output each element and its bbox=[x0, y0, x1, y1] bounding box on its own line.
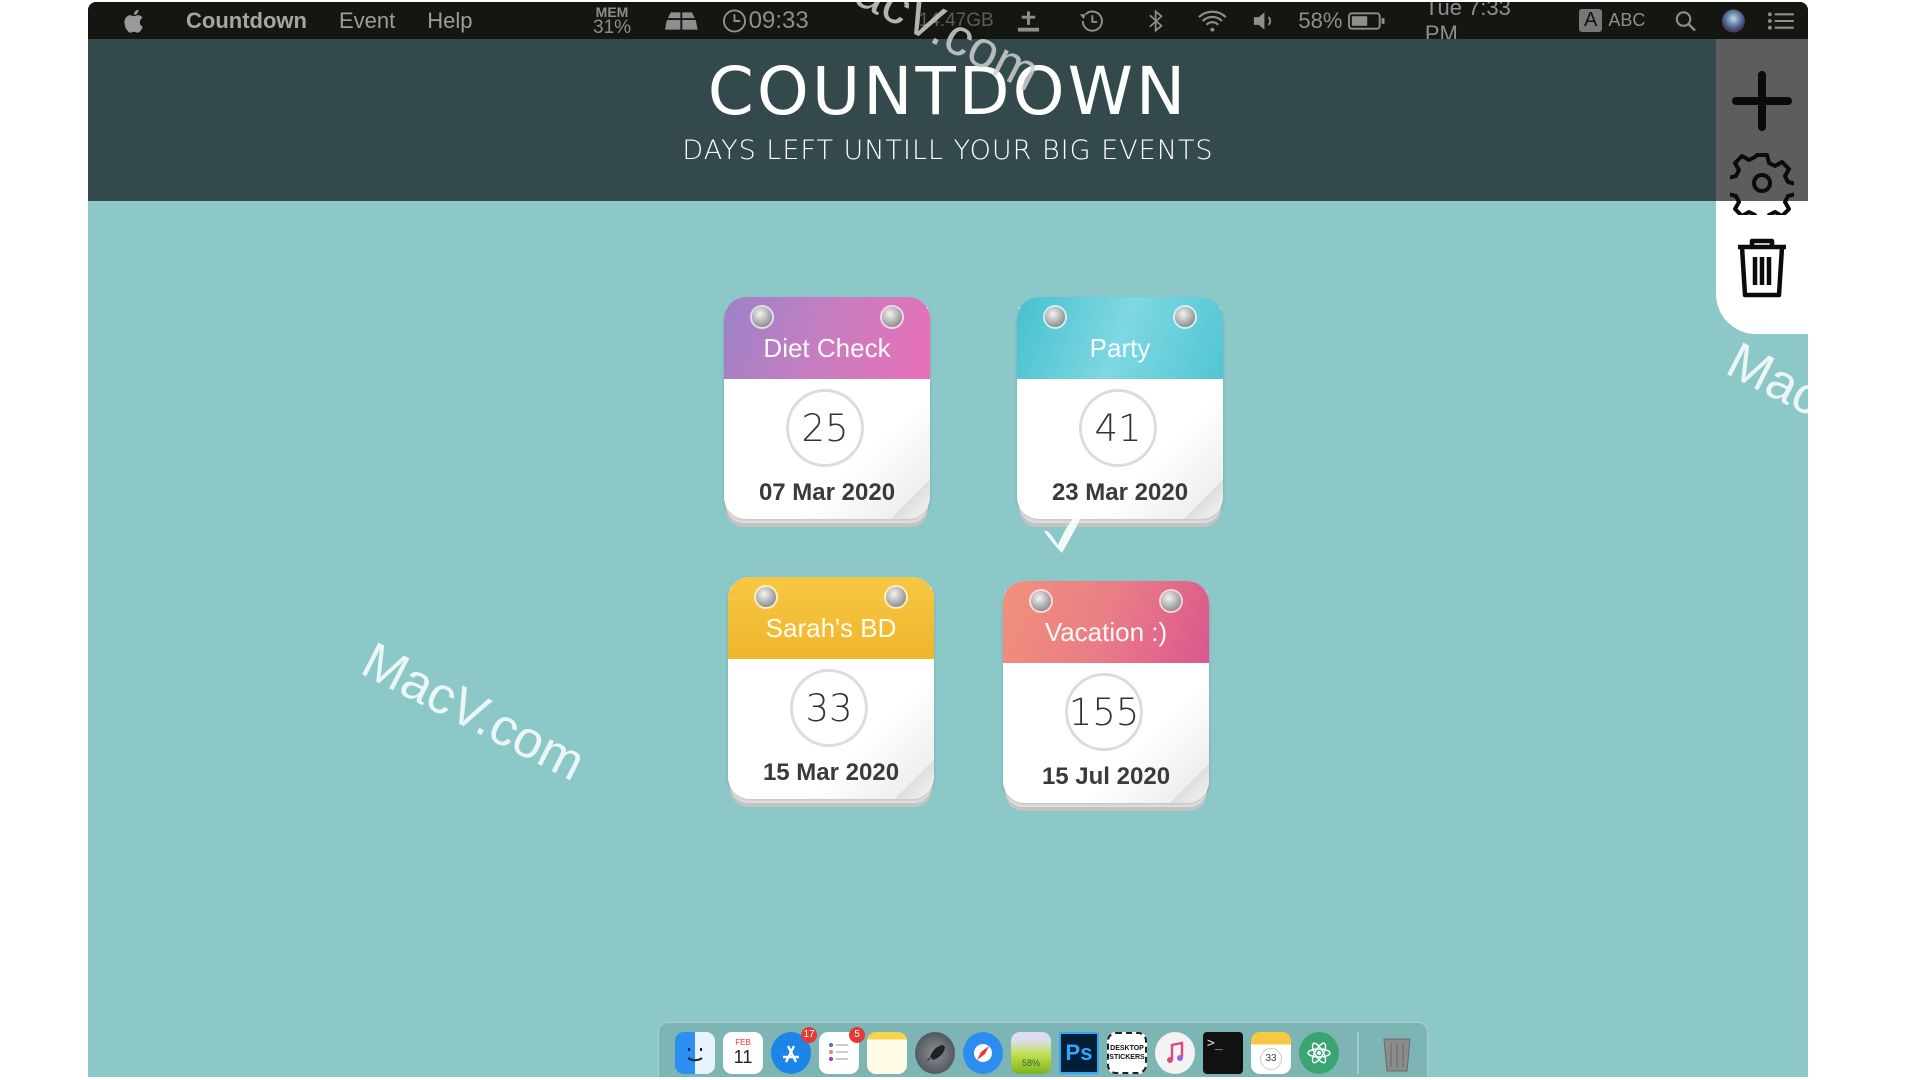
timer-value[interactable]: 09:33 bbox=[749, 7, 809, 35]
watermark-text: MacV.com bbox=[352, 631, 594, 793]
dock-app-atom[interactable] bbox=[1299, 1031, 1339, 1074]
delete-event-button[interactable] bbox=[1730, 235, 1794, 299]
menu-app-name[interactable]: Countdown bbox=[186, 8, 307, 34]
card-face: Sarah's BD 33 15 Mar 2020 bbox=[728, 577, 934, 799]
dock-app-launchpad[interactable] bbox=[915, 1031, 955, 1074]
event-title: Sarah's BD bbox=[765, 613, 897, 643]
event-title: Vacation :) bbox=[1044, 617, 1168, 647]
card-face: Party 41 23 Mar 2020 bbox=[1017, 297, 1223, 519]
compass-icon bbox=[977, 1045, 989, 1060]
app-title: COUNTDOWN bbox=[707, 53, 1189, 130]
reminders-icon bbox=[829, 1042, 848, 1061]
dock-app-countdown[interactable]: 33 bbox=[1251, 1031, 1291, 1074]
card-face: Vacation :) 155 15 Jul 2020 bbox=[1003, 581, 1209, 803]
settings-button[interactable] bbox=[1730, 151, 1794, 215]
event-card[interactable]: Vacation :) 155 15 Jul 2020 bbox=[1003, 581, 1209, 811]
rocket-icon bbox=[926, 1044, 945, 1062]
apple-icon[interactable] bbox=[122, 8, 144, 34]
spaces-icon[interactable] bbox=[665, 10, 698, 32]
battery-percent[interactable]: 58% bbox=[1298, 8, 1342, 34]
binder-ring-icon bbox=[1161, 591, 1181, 611]
dock-app-calendar[interactable]: FEB 11 bbox=[723, 1031, 763, 1074]
atom-icon bbox=[1307, 1042, 1331, 1063]
event-title: Diet Check bbox=[763, 333, 891, 363]
time-machine-icon[interactable] bbox=[1077, 7, 1106, 35]
card-face: Diet Check 25 07 Mar 2020 bbox=[724, 297, 930, 519]
disk-usage[interactable]: 14.47GB bbox=[919, 10, 994, 32]
memory-value: 31% bbox=[593, 17, 632, 38]
event-title: Party bbox=[1089, 333, 1151, 363]
calendar-month: FEB bbox=[735, 1037, 751, 1047]
binder-ring-icon bbox=[886, 587, 906, 607]
memory-monitor[interactable]: MEM 31% bbox=[593, 5, 632, 38]
watermark-text: MacV.com bbox=[1717, 331, 1808, 493]
spotlight-search-icon[interactable] bbox=[1673, 8, 1698, 34]
calendar-day: 11 bbox=[733, 1046, 753, 1067]
dock-app-photoshop[interactable]: Ps bbox=[1059, 1031, 1099, 1074]
dock-app-notes[interactable] bbox=[867, 1031, 907, 1074]
trash-bin-icon bbox=[1383, 1038, 1411, 1071]
dock-app-terminal[interactable]: >_ bbox=[1203, 1031, 1243, 1074]
app-header: COUNTDOWN DAYS LEFT UNTILL YOUR BIG EVEN… bbox=[88, 39, 1808, 201]
dock-app-app-store[interactable]: 17 bbox=[771, 1026, 817, 1074]
binder-ring-icon bbox=[1045, 307, 1065, 327]
wifi-icon[interactable] bbox=[1197, 8, 1228, 34]
menu-bar: Countdown Event Help MEM 31% 09:33 14.47… bbox=[88, 2, 1808, 46]
countdown-app-counter: 33 bbox=[1260, 1047, 1282, 1070]
event-card[interactable]: Party 41 23 Mar 2020 bbox=[1017, 297, 1223, 527]
dock-app-music[interactable] bbox=[1155, 1031, 1195, 1074]
menu-event[interactable]: Event bbox=[339, 8, 395, 34]
dock-app-safari[interactable] bbox=[963, 1031, 1003, 1074]
days-left-counter: 25 bbox=[786, 389, 864, 467]
input-source-icon[interactable]: A bbox=[1578, 9, 1603, 32]
days-left-counter: 41 bbox=[1079, 389, 1157, 467]
upload-icon[interactable] bbox=[1016, 8, 1041, 34]
binder-ring-icon bbox=[1175, 307, 1195, 327]
add-event-button[interactable] bbox=[1730, 69, 1794, 133]
bluetooth-icon[interactable] bbox=[1147, 7, 1164, 35]
battery-icon[interactable] bbox=[1348, 10, 1386, 32]
gear-icon bbox=[1730, 153, 1794, 215]
plus-icon bbox=[1732, 71, 1792, 131]
dock-separator bbox=[1357, 1031, 1359, 1074]
checkmark-icon bbox=[1044, 509, 1083, 553]
desktop-screen: Countdown Event Help MEM 31% 09:33 14.47… bbox=[88, 2, 1808, 1077]
days-left-counter: 155 bbox=[1065, 673, 1143, 751]
battery-app-label: 58% bbox=[1021, 1057, 1040, 1068]
notification-badge: 5 bbox=[849, 1026, 865, 1043]
app-subtitle: DAYS LEFT UNTILL YOUR BIG EVENTS bbox=[682, 135, 1214, 166]
event-card[interactable]: Sarah's BD 33 15 Mar 2020 bbox=[728, 577, 934, 807]
dock-app-desktop-stickers[interactable]: DESKTOP STICKERS bbox=[1107, 1031, 1147, 1074]
dock-trash[interactable] bbox=[1377, 1032, 1417, 1074]
status-items-left: MEM 31% 09:33 14.47GB 58% Tue 7:33 PM A … bbox=[593, 2, 1808, 46]
dock: FEB 11 17 5 58% Ps DESKTOP STICKERS >_ 3… bbox=[658, 1022, 1428, 1077]
notification-center-icon[interactable] bbox=[1767, 10, 1796, 32]
menu-help[interactable]: Help bbox=[427, 8, 472, 34]
siri-icon[interactable] bbox=[1720, 7, 1747, 35]
notification-badge: 17 bbox=[801, 1026, 817, 1043]
timer-icon[interactable] bbox=[722, 8, 747, 34]
dock-app-reminders[interactable]: 5 bbox=[819, 1026, 865, 1074]
finder-icon bbox=[687, 1047, 703, 1061]
app-store-icon bbox=[783, 1044, 799, 1063]
days-left-counter: 33 bbox=[790, 669, 868, 747]
binder-ring-icon bbox=[882, 307, 902, 327]
event-card[interactable]: Diet Check 25 07 Mar 2020 bbox=[724, 297, 930, 527]
binder-ring-icon bbox=[752, 307, 772, 327]
binder-ring-icon bbox=[756, 587, 776, 607]
side-toolbar bbox=[1716, 39, 1808, 334]
trash-icon bbox=[1738, 238, 1786, 298]
volume-icon[interactable] bbox=[1251, 10, 1276, 32]
dock-app-battery-monitor[interactable]: 58% bbox=[1011, 1031, 1051, 1074]
binder-ring-icon bbox=[1031, 591, 1051, 611]
dock-app-finder[interactable] bbox=[675, 1031, 715, 1074]
music-note-icon bbox=[1167, 1041, 1184, 1063]
input-source-label[interactable]: ABC bbox=[1608, 10, 1645, 31]
